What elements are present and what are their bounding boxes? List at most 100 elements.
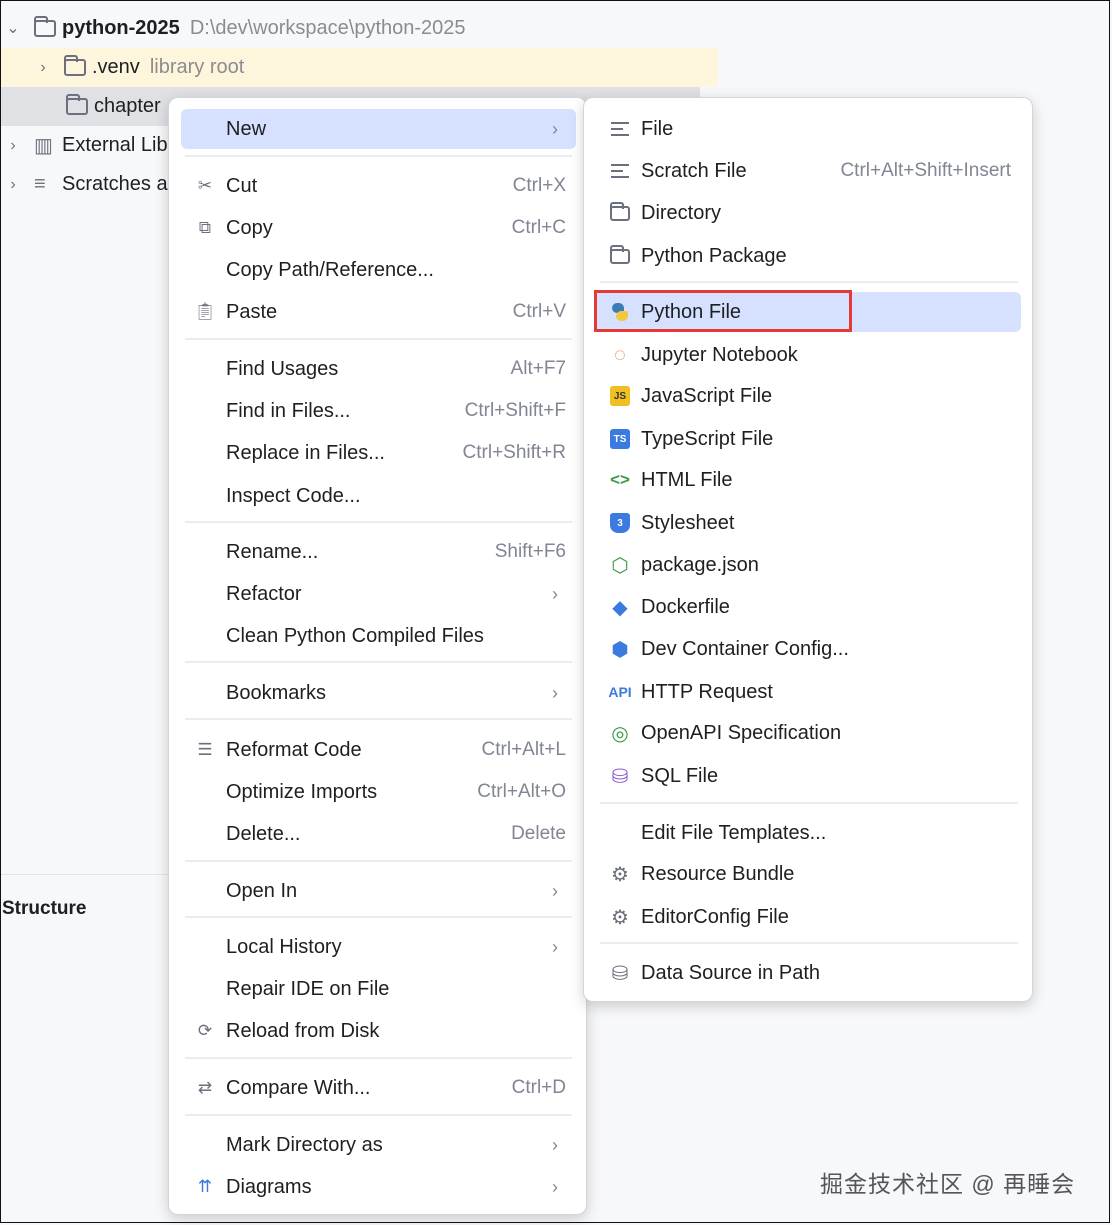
venv-library-root-note: library root	[149, 56, 245, 78]
docker-icon: ◆	[612, 596, 628, 619]
submenu-item-dockerfile[interactable]: ◆ Dockerfile	[596, 587, 1021, 627]
menu-item-optimize-imports[interactable]: Optimize Imports Ctrl+Alt+O	[181, 772, 576, 812]
chevron-right-icon[interactable]: ›	[6, 137, 20, 153]
context-menu: New › ✂ Cut Ctrl+X ⧉ Copy Ctrl+C Copy Pa…	[168, 97, 587, 1215]
menu-item-bookmarks[interactable]: Bookmarks ›	[181, 673, 576, 713]
submenu-item-resource-bundle[interactable]: ⚙ Resource Bundle	[596, 854, 1021, 894]
submenu-item-edit-templates[interactable]: Edit File Templates...	[596, 813, 1021, 853]
submenu-item-stylesheet[interactable]: 3 Stylesheet	[596, 503, 1021, 543]
shortcut-label: Ctrl+D	[511, 1077, 566, 1098]
menu-separator	[185, 1114, 572, 1116]
submenu-item-jupyter[interactable]: ◌ Jupyter Notebook	[596, 335, 1021, 375]
menu-item-label: Local History	[226, 935, 342, 958]
menu-item-delete[interactable]: Delete... Delete	[181, 814, 576, 854]
diagrams-icon: ⇈	[197, 1177, 213, 1196]
menu-item-label: Open In	[226, 879, 298, 902]
menu-item-diagrams[interactable]: ⇈ Diagrams ›	[181, 1167, 576, 1207]
submenu-item-typescript[interactable]: TS TypeScript File	[596, 419, 1021, 459]
structure-panel-title: Structure	[2, 898, 87, 919]
menu-item-label: Optimize Imports	[226, 780, 378, 803]
menu-item-find-in-files[interactable]: Find in Files... Ctrl+Shift+F	[181, 391, 576, 431]
submenu-item-directory[interactable]: Directory	[596, 193, 1021, 233]
menu-item-label: Copy	[226, 216, 273, 239]
root-folder-name: python-2025	[62, 17, 180, 39]
menu-item-reformat-code[interactable]: ☰ Reformat Code Ctrl+Alt+L	[181, 730, 576, 770]
submenu-item-file[interactable]: File	[596, 109, 1021, 149]
chevron-right-icon: ›	[552, 682, 558, 703]
file-icon	[608, 117, 632, 141]
menu-item-paste[interactable]: 📋︎ Paste Ctrl+V	[181, 292, 576, 332]
menu-item-label: package.json	[641, 553, 759, 576]
submenu-item-scratch-file[interactable]: Scratch File Ctrl+Alt+Shift+Insert	[596, 151, 1021, 191]
menu-item-label: Reformat Code	[226, 738, 362, 761]
shortcut-label: Ctrl+Alt+O	[477, 781, 566, 802]
api-icon: API	[608, 684, 632, 700]
menu-separator	[185, 1057, 572, 1059]
chevron-down-icon[interactable]: ⌄	[6, 20, 20, 36]
menu-item-label: HTTP Request	[641, 680, 773, 703]
watermark-text: 掘金技术社区 @ 再睡会	[820, 1171, 1076, 1197]
shortcut-label: Ctrl+Alt+L	[481, 739, 566, 760]
submenu-item-python-package[interactable]: Python Package	[596, 236, 1021, 276]
menu-item-label: Jupyter Notebook	[641, 343, 798, 366]
chevron-right-icon: ›	[552, 118, 558, 139]
nodejs-icon: ⬡	[611, 554, 629, 577]
shortcut-label: Ctrl+Shift+F	[464, 400, 566, 421]
menu-item-label: Paste	[226, 300, 278, 323]
shortcut-label: Ctrl+Alt+Shift+Insert	[840, 160, 1011, 181]
menu-item-copy[interactable]: ⧉ Copy Ctrl+C	[181, 208, 576, 248]
submenu-item-sql[interactable]: ⛁ SQL File	[596, 756, 1021, 796]
submenu-item-editorconfig[interactable]: ⚙ EditorConfig File	[596, 897, 1021, 937]
menu-separator	[185, 155, 572, 157]
menu-item-reload-from-disk[interactable]: ⟳ Reload from Disk	[181, 1011, 576, 1051]
menu-item-label: Dev Container Config...	[641, 637, 849, 660]
menu-item-clean-python[interactable]: Clean Python Compiled Files	[181, 616, 576, 656]
chevron-right-icon[interactable]: ›	[36, 59, 50, 75]
gear-icon: ⚙	[611, 906, 629, 929]
shortcut-label: Ctrl+C	[511, 217, 566, 238]
menu-separator	[185, 338, 572, 340]
submenu-item-html[interactable]: <> HTML File	[596, 460, 1021, 500]
compare-icon: ⇄	[197, 1078, 213, 1097]
menu-item-rename[interactable]: Rename... Shift+F6	[181, 532, 576, 572]
submenu-item-javascript[interactable]: JS JavaScript File	[596, 376, 1021, 416]
menu-item-copy-path[interactable]: Copy Path/Reference...	[181, 250, 576, 290]
submenu-item-dev-container[interactable]: ⬢ Dev Container Config...	[596, 629, 1021, 669]
menu-item-find-usages[interactable]: Find Usages Alt+F7	[181, 349, 576, 389]
shortcut-label: Ctrl+X	[512, 175, 566, 196]
menu-item-label: OpenAPI Specification	[641, 721, 842, 744]
menu-item-label: Python Package	[641, 244, 787, 267]
tree-venv-row[interactable]: › .venv library root	[0, 48, 718, 87]
menu-item-refactor[interactable]: Refactor ›	[181, 574, 576, 614]
shortcut-label: Alt+F7	[510, 358, 566, 379]
menu-item-compare-with[interactable]: ⇄ Compare With... Ctrl+D	[181, 1068, 576, 1108]
menu-item-label: HTML File	[641, 468, 733, 491]
chevron-right-icon[interactable]: ›	[6, 176, 20, 192]
menu-item-label: New	[226, 117, 267, 140]
menu-item-mark-directory[interactable]: Mark Directory as ›	[181, 1125, 576, 1165]
menu-item-label: Clean Python Compiled Files	[226, 624, 484, 647]
scissors-icon: ✂	[197, 176, 213, 195]
root-folder-path: D:\dev\workspace\python-2025	[189, 17, 466, 39]
tree-root-row[interactable]: ⌄ python-2025 D:\dev\workspace\python-20…	[0, 9, 718, 48]
menu-item-new[interactable]: New ›	[181, 109, 576, 149]
menu-item-label: TypeScript File	[641, 427, 774, 450]
menu-item-label: SQL File	[641, 764, 719, 787]
submenu-item-http-request[interactable]: API HTTP Request	[596, 672, 1021, 712]
submenu-item-openapi[interactable]: ◎ OpenAPI Specification	[596, 713, 1021, 753]
menu-item-replace-in-files[interactable]: Replace in Files... Ctrl+Shift+R	[181, 433, 576, 473]
menu-item-label: Copy Path/Reference...	[226, 258, 434, 281]
menu-item-inspect-code[interactable]: Inspect Code...	[181, 476, 576, 516]
menu-item-local-history[interactable]: Local History ›	[181, 927, 576, 967]
chevron-right-icon: ›	[552, 880, 558, 901]
menu-separator	[600, 802, 1018, 804]
copy-icon: ⧉	[198, 218, 212, 237]
submenu-item-package-json[interactable]: ⬡ package.json	[596, 545, 1021, 585]
submenu-item-data-source[interactable]: ⛁ Data Source in Path	[596, 953, 1021, 993]
menu-item-open-in[interactable]: Open In ›	[181, 871, 576, 911]
menu-item-repair-ide[interactable]: Repair IDE on File	[181, 969, 576, 1009]
menu-item-cut[interactable]: ✂ Cut Ctrl+X	[181, 166, 576, 206]
chevron-right-icon: ›	[552, 936, 558, 957]
scratches-label: Scratches a	[62, 173, 168, 195]
folder-icon	[66, 94, 88, 115]
